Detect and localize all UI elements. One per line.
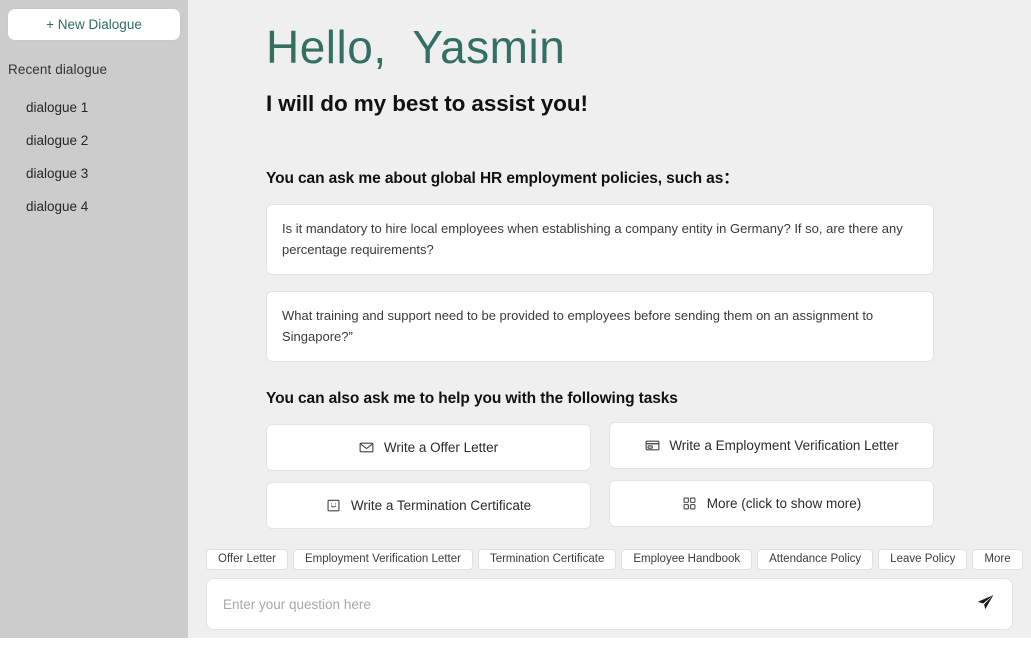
question-input-container <box>206 578 1013 630</box>
card-icon <box>644 438 660 454</box>
chip-leave-policy[interactable]: Leave Policy <box>878 549 968 570</box>
certificate-icon <box>326 498 342 514</box>
composer-area: Offer Letter Employment Verification Let… <box>188 549 1031 638</box>
task-card-offer-letter[interactable]: Write a Offer Letter <box>266 424 591 472</box>
mail-icon <box>359 440 375 456</box>
recent-dialogue-label: Recent dialogue <box>8 62 108 77</box>
content-column: Hello, Yasmin I will do my best to assis… <box>188 0 1031 530</box>
task-card-grid: Write a Offer Letter Write a Employment … <box>266 422 934 530</box>
sidebar: + New Dialogue Recent dialogue dialogue … <box>0 0 188 638</box>
question-input[interactable] <box>207 579 1012 629</box>
task-card-employment-verification-letter[interactable]: Write a Employment Verification Letter <box>609 422 934 470</box>
new-dialogue-button[interactable]: + New Dialogue <box>8 9 180 40</box>
assist-subtitle: I will do my best to assist you! <box>266 91 588 116</box>
recent-dialogue-list: dialogue 1 dialogue 2 dialogue 3 dialogu… <box>0 91 188 223</box>
chip-attendance-policy[interactable]: Attendance Policy <box>757 549 874 570</box>
chip-offer-letter[interactable]: Offer Letter <box>206 549 288 570</box>
task-card-label: Write a Offer Letter <box>383 440 499 456</box>
sample-question-card[interactable]: Is it mandatory to hire local employees … <box>266 204 934 276</box>
chip-employment-verification-letter[interactable]: Employment Verification Letter <box>292 549 473 570</box>
main-content: Hello, Yasmin I will do my best to assis… <box>188 0 1031 638</box>
chip-termination-certificate[interactable]: Termination Certificate <box>477 549 617 570</box>
chip-more[interactable]: More <box>972 549 1023 570</box>
tasks-section-heading: You can also ask me to help you with the… <box>266 390 678 408</box>
send-button[interactable] <box>972 591 998 617</box>
ask-section-heading: You can ask me about global HR employmen… <box>266 170 739 187</box>
sidebar-item-dialogue-3[interactable]: dialogue 3 <box>0 157 188 190</box>
sidebar-item-dialogue-4[interactable]: dialogue 4 <box>0 190 188 223</box>
sidebar-item-dialogue-1[interactable]: dialogue 1 <box>0 91 188 124</box>
greeting-title: Hello, Yasmin <box>266 21 566 73</box>
task-card-label: Write a Employment Verification Letter <box>669 438 899 454</box>
chip-employee-handbook[interactable]: Employee Handbook <box>621 549 753 570</box>
grid-icon <box>682 496 698 512</box>
task-card-label: Write a Termination Certificate <box>350 498 532 514</box>
sidebar-item-dialogue-2[interactable]: dialogue 2 <box>0 124 188 157</box>
sample-question-card[interactable]: What training and support need to be pro… <box>266 291 934 363</box>
task-card-label: More (click to show more) <box>706 496 862 512</box>
send-paper-plane-icon <box>976 593 995 615</box>
quick-topic-chip-row: Offer Letter Employment Verification Let… <box>206 549 1023 570</box>
task-card-termination-certificate[interactable]: Write a Termination Certificate <box>266 482 591 530</box>
task-card-more[interactable]: More (click to show more) <box>609 480 934 528</box>
